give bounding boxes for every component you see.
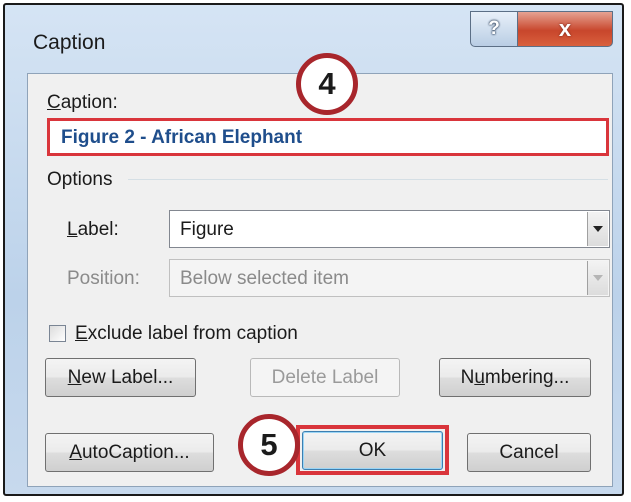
close-button[interactable]: x bbox=[517, 11, 613, 47]
new-label-button[interactable]: New Label... bbox=[45, 358, 196, 397]
chevron-down-icon[interactable] bbox=[587, 261, 608, 295]
cancel-button[interactable]: Cancel bbox=[467, 433, 591, 472]
caption-label: Caption: bbox=[47, 92, 118, 113]
step-4-marker: 4 bbox=[296, 53, 358, 115]
exclude-label-checkbox[interactable] bbox=[49, 325, 66, 342]
position-dropdown-value: Below selected item bbox=[180, 268, 349, 289]
dialog-title: Caption bbox=[33, 31, 106, 54]
dialog-body: Caption: Figure 2 - African Elephant Opt… bbox=[27, 73, 613, 487]
chevron-down-icon[interactable] bbox=[587, 212, 608, 246]
autocaption-button[interactable]: AutoCaption... bbox=[45, 433, 214, 472]
close-icon: x bbox=[558, 16, 572, 41]
exclude-label-text[interactable]: Exclude label from caption bbox=[75, 323, 298, 345]
step-5-marker: 5 bbox=[238, 414, 300, 476]
caption-input[interactable]: Figure 2 - African Elephant bbox=[47, 118, 609, 156]
help-button[interactable]: ? bbox=[470, 11, 518, 47]
options-heading: Options bbox=[47, 169, 113, 190]
label-label: Label: bbox=[67, 219, 119, 240]
label-dropdown-value: Figure bbox=[180, 219, 234, 240]
options-divider bbox=[128, 179, 608, 180]
delete-label-button[interactable]: Delete Label bbox=[250, 358, 400, 397]
position-dropdown[interactable]: Below selected item bbox=[169, 259, 610, 297]
position-label: Position: bbox=[67, 268, 140, 289]
ok-button[interactable]: OK bbox=[302, 431, 443, 470]
numbering-button[interactable]: Nu mbering... bbox=[439, 358, 591, 397]
help-icon: ? bbox=[488, 18, 500, 39]
label-dropdown[interactable]: Figure bbox=[169, 210, 610, 248]
